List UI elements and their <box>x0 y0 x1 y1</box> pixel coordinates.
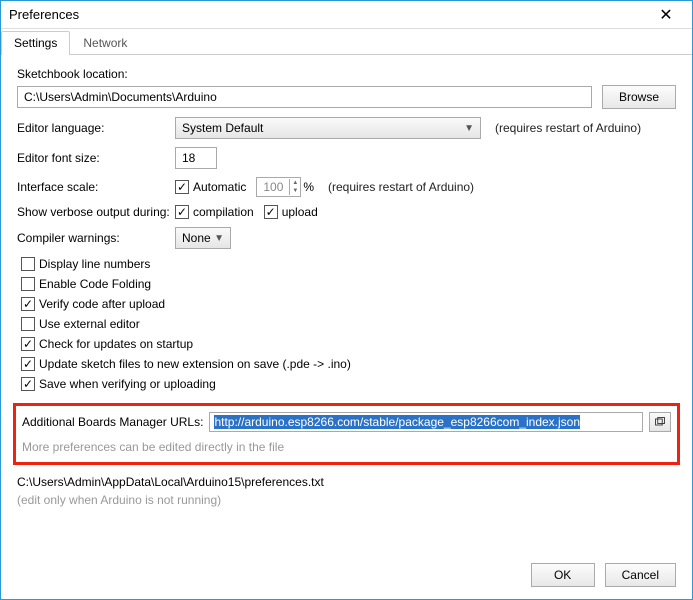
dialog-footer: OK Cancel <box>531 563 676 587</box>
font-size-label: Editor font size: <box>17 151 175 165</box>
ok-button[interactable]: OK <box>531 563 595 587</box>
code-folding-checkbox[interactable] <box>21 277 35 291</box>
interface-scale-label: Interface scale: <box>17 180 175 194</box>
preferences-window: Preferences ✕ Settings Network Sketchboo… <box>0 0 693 600</box>
automatic-checkbox[interactable] <box>175 180 189 194</box>
window-title: Preferences <box>9 7 79 22</box>
external-editor-label: Use external editor <box>39 317 140 331</box>
tabs: Settings Network <box>1 31 692 55</box>
upload-checkbox[interactable] <box>264 205 278 219</box>
external-editor-checkbox[interactable] <box>21 317 35 331</box>
chevron-down-icon: ▼ <box>464 123 474 134</box>
upload-label: upload <box>282 205 318 219</box>
compiler-warnings-value: None <box>182 231 211 245</box>
compiler-warnings-label: Compiler warnings: <box>17 231 175 245</box>
code-folding-label: Enable Code Folding <box>39 277 151 291</box>
updates-label: Check for updates on startup <box>39 337 193 351</box>
chevron-up-icon[interactable]: ▲ <box>290 179 300 187</box>
updates-checkbox[interactable] <box>21 337 35 351</box>
expand-urls-button[interactable] <box>649 412 671 432</box>
scale-note: (requires restart of Arduino) <box>328 180 474 194</box>
tab-network[interactable]: Network <box>70 31 140 55</box>
sketchbook-path-input[interactable] <box>17 86 592 108</box>
editor-language-value: System Default <box>182 121 263 135</box>
boards-url-highlight: Additional Boards Manager URLs: http://a… <box>13 403 680 465</box>
save-verify-checkbox[interactable] <box>21 377 35 391</box>
line-numbers-label: Display line numbers <box>39 257 150 271</box>
scale-spinner[interactable]: ▲▼ <box>256 177 301 197</box>
verify-checkbox[interactable] <box>21 297 35 311</box>
window-icon <box>654 416 666 428</box>
prefs-file-note: (edit only when Arduino is not running) <box>17 493 676 507</box>
sketchbook-label: Sketchbook location: <box>17 67 676 81</box>
verbose-label: Show verbose output during: <box>17 205 175 219</box>
compiler-warnings-select[interactable]: None ▼ <box>175 227 231 249</box>
titlebar: Preferences ✕ <box>1 1 692 29</box>
boards-url-label: Additional Boards Manager URLs: <box>22 415 203 429</box>
boards-url-value: http://arduino.esp8266.com/stable/packag… <box>214 415 580 429</box>
prefs-file-path: C:\Users\Admin\AppData\Local\Arduino15\p… <box>17 475 676 489</box>
update-ext-label: Update sketch files to new extension on … <box>39 357 351 371</box>
automatic-label: Automatic <box>193 180 246 194</box>
font-size-input[interactable] <box>175 147 217 169</box>
editor-language-label: Editor language: <box>17 121 175 135</box>
editor-language-select[interactable]: System Default ▼ <box>175 117 481 139</box>
boards-url-input[interactable]: http://arduino.esp8266.com/stable/packag… <box>209 412 643 432</box>
save-verify-label: Save when verifying or uploading <box>39 377 216 391</box>
line-numbers-checkbox[interactable] <box>21 257 35 271</box>
chevron-down-icon: ▼ <box>214 233 224 244</box>
percent-label: % <box>303 180 314 194</box>
chevron-down-icon[interactable]: ▼ <box>290 187 300 195</box>
compilation-checkbox[interactable] <box>175 205 189 219</box>
update-ext-checkbox[interactable] <box>21 357 35 371</box>
boards-hint: More preferences can be edited directly … <box>22 440 671 454</box>
compilation-label: compilation <box>193 205 254 219</box>
settings-panel: Sketchbook location: Browse Editor langu… <box>1 55 692 507</box>
browse-button[interactable]: Browse <box>602 85 676 109</box>
tab-settings[interactable]: Settings <box>1 31 70 55</box>
editor-language-note: (requires restart of Arduino) <box>495 121 641 135</box>
scale-input[interactable] <box>257 178 289 196</box>
close-icon[interactable]: ✕ <box>646 5 686 25</box>
cancel-button[interactable]: Cancel <box>605 563 676 587</box>
verify-label: Verify code after upload <box>39 297 165 311</box>
